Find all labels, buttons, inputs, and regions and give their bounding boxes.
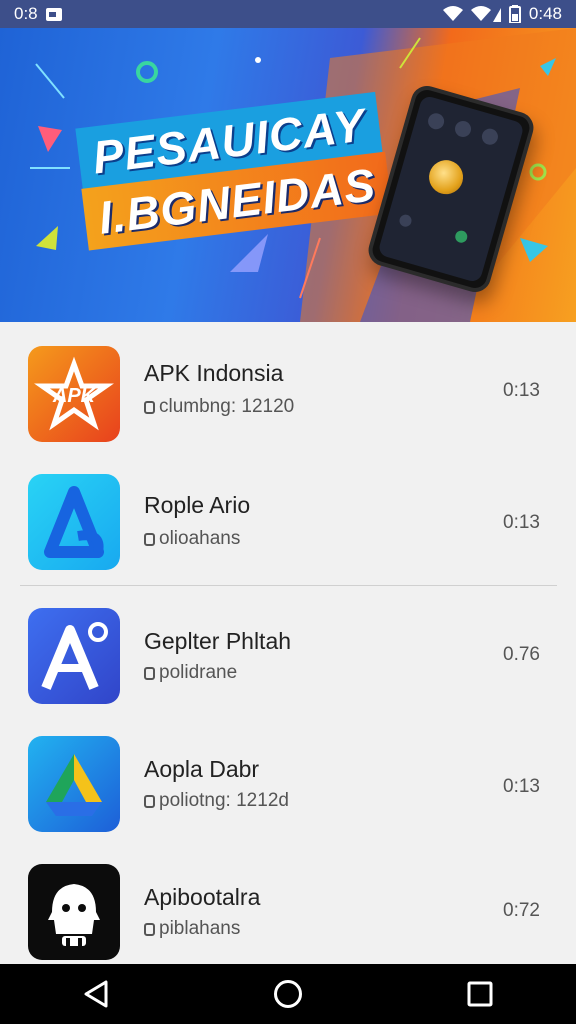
status-right: 0:48 xyxy=(442,4,562,24)
lock-icon xyxy=(144,400,155,414)
phone-app-dot xyxy=(398,213,413,229)
a-degree-app-icon xyxy=(28,608,120,704)
coin-icon xyxy=(425,156,468,199)
home-icon xyxy=(274,980,302,1008)
robot-app-icon xyxy=(28,864,120,960)
status-time-right: 0:48 xyxy=(528,4,562,23)
status-left: 0:8 xyxy=(14,4,62,24)
phone-app-dot xyxy=(426,111,446,132)
apk-app-icon: APK xyxy=(28,346,120,442)
star-icon: APK xyxy=(34,356,114,431)
app-name: APK Indonsia xyxy=(144,360,284,386)
lock-icon xyxy=(144,666,155,680)
phone-app-dot xyxy=(453,119,473,139)
app-name: Rople Ario xyxy=(144,492,251,518)
apk-icon-label: APK xyxy=(52,385,97,407)
lock-icon xyxy=(144,794,155,808)
app-name: Geplter Phltah xyxy=(144,628,292,654)
status-bar: 0:8 0:48 xyxy=(0,0,576,28)
a-letter-icon xyxy=(41,622,108,690)
a-letter-icon xyxy=(44,486,104,558)
app-time: 0:13 xyxy=(503,512,540,533)
back-button[interactable] xyxy=(74,972,118,1016)
app-list-item[interactable]: Apibootalra piblahans 0:72 xyxy=(0,850,576,982)
status-time-left: 0:8 xyxy=(14,4,38,23)
list-divider xyxy=(20,585,557,586)
app-subtitle: poliotng: 1212d xyxy=(144,790,289,812)
recents-button[interactable] xyxy=(458,972,502,1016)
back-icon xyxy=(84,980,108,1008)
app-list-item[interactable]: Rople Ario olioahans 0:13 xyxy=(0,454,576,586)
app-time: 0.76 xyxy=(503,644,540,665)
app-list-item[interactable]: APK APK Indonsia clumbng: 12120 0:13 xyxy=(0,322,576,454)
phone-app-dot xyxy=(453,229,469,245)
app-time: 0:72 xyxy=(503,900,540,921)
signal-icon xyxy=(470,6,501,22)
app-subtitle: clumbng: 12120 xyxy=(144,396,294,418)
app-list-item[interactable]: Geplter Phltah polidrane 0.76 xyxy=(0,586,576,718)
lock-icon xyxy=(144,922,155,936)
app-subtitle-text: piblahans xyxy=(159,918,241,939)
lock-icon xyxy=(144,532,155,546)
app-list: APK APK Indonsia clumbng: 12120 0:13 Rop… xyxy=(0,322,576,964)
drive-app-icon xyxy=(28,736,120,832)
home-button[interactable] xyxy=(266,972,310,1016)
image-notification-icon xyxy=(45,7,62,21)
app-subtitle: olioahans xyxy=(144,528,240,550)
app-list-item[interactable]: Aopla Dabr poliotng: 1212d 0:13 xyxy=(0,718,576,850)
app-subtitle-text: polidrane xyxy=(159,662,238,683)
battery-icon xyxy=(508,5,521,23)
promo-banner[interactable]: PESAUICAY I.BGNEIDAS xyxy=(0,28,576,322)
wifi-icon xyxy=(442,6,463,21)
robot-icon xyxy=(48,884,100,946)
app-subtitle: polidrane xyxy=(144,662,237,684)
app-subtitle: piblahans xyxy=(144,918,240,940)
app-subtitle-text: clumbng: 12120 xyxy=(159,396,295,417)
app-time: 0:13 xyxy=(503,380,540,401)
app-name: Apibootalra xyxy=(144,884,261,910)
app-name: Aopla Dabr xyxy=(144,756,260,782)
a-shape-app-icon xyxy=(28,474,120,570)
navigation-bar xyxy=(0,964,576,1024)
recents-icon xyxy=(467,981,493,1007)
triangle-icon xyxy=(46,754,102,816)
app-subtitle-text: olioahans xyxy=(159,528,241,549)
app-subtitle-text: poliotng: 1212d xyxy=(159,790,289,811)
phone-app-dot xyxy=(480,126,500,147)
app-time: 0:13 xyxy=(503,776,540,797)
